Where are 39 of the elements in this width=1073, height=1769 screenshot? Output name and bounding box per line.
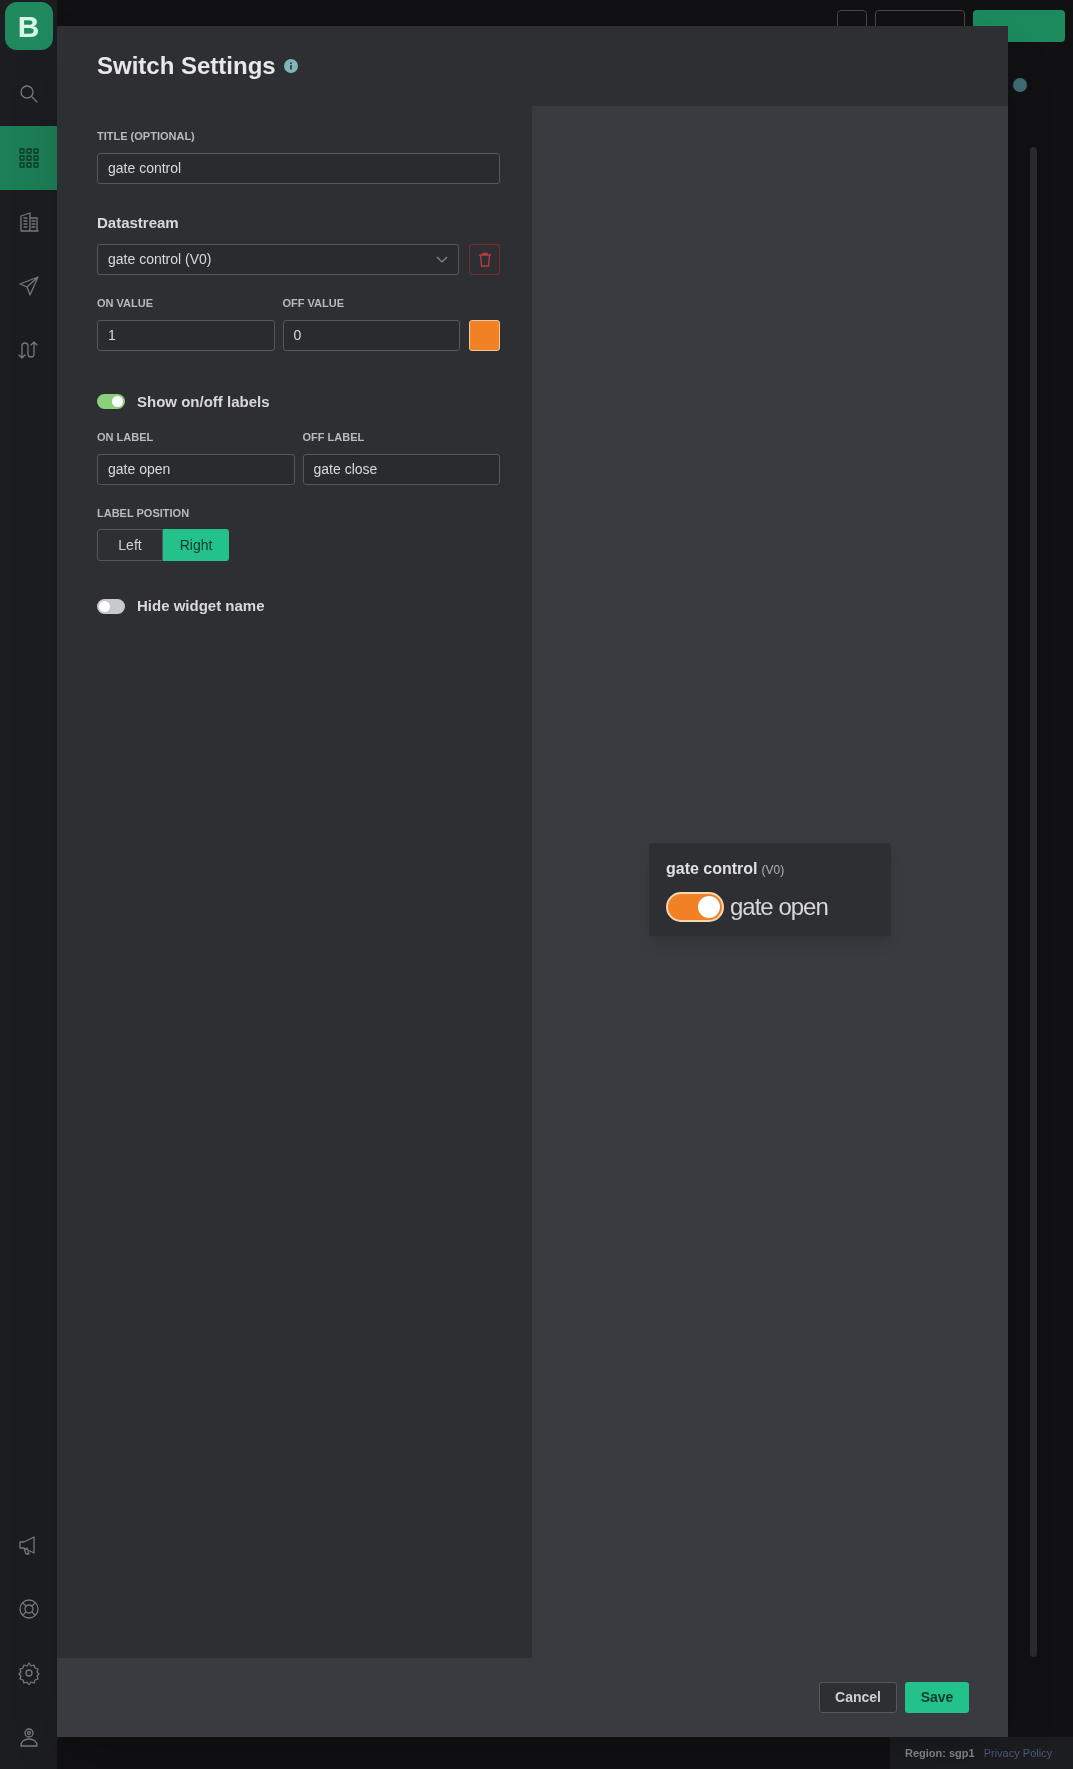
toggle-switch[interactable]	[97, 394, 125, 410]
toggle-switch[interactable]	[97, 598, 125, 614]
field-label: ON LABEL	[97, 430, 155, 445]
sidebar-item[interactable]	[0, 126, 57, 190]
modal-title: Switch Settings	[97, 51, 276, 81]
input-field[interactable]: 0	[282, 319, 461, 351]
input-field[interactable]: 1	[97, 319, 275, 351]
info-icon[interactable]	[283, 59, 298, 73]
field-label: OFF VALUE	[282, 296, 346, 311]
field-label: ON VALUE	[97, 296, 155, 311]
scrollbar[interactable]	[1030, 147, 1037, 1657]
lifebuoy-icon[interactable]	[16, 1597, 41, 1621]
input-field[interactable]: gate close	[302, 453, 500, 485]
info-icon[interactable]	[1013, 78, 1027, 92]
logo[interactable]: B	[4, 2, 53, 50]
color-swatch[interactable]	[469, 319, 500, 351]
grid-icon[interactable]	[16, 146, 41, 170]
chevron-down-icon[interactable]	[436, 255, 448, 264]
field-label: OFF LABEL	[302, 430, 366, 445]
field-label: LABEL POSITION	[97, 505, 191, 521]
section-heading: Datastream	[97, 212, 180, 233]
input-field[interactable]: gate control	[97, 152, 500, 184]
pin-label: (V0)	[761, 861, 785, 879]
trash-icon	[477, 252, 492, 267]
toggle-switch[interactable]	[666, 891, 724, 922]
toggle-label: Show on/off labels	[137, 391, 270, 412]
field-label: TITLE (OPTIONAL)	[97, 129, 196, 144]
save-button[interactable]: Save	[905, 1682, 969, 1713]
segment-button[interactable]: Left	[97, 529, 163, 561]
region-label: Region: sgp1	[905, 1745, 975, 1761]
cancel-button[interactable]: Cancel	[819, 1682, 897, 1713]
widget-title: gate control	[666, 858, 758, 879]
segment-button[interactable]: Right	[163, 529, 229, 561]
toggle-label: Hide widget name	[137, 596, 265, 616]
input-field[interactable]: gate open	[97, 453, 295, 485]
delete-button[interactable]	[469, 244, 500, 275]
state-label: gate open	[730, 891, 828, 922]
datastream-dropdown[interactable]: gate control (V0)	[97, 244, 459, 275]
settings-icon[interactable]	[16, 1661, 41, 1685]
